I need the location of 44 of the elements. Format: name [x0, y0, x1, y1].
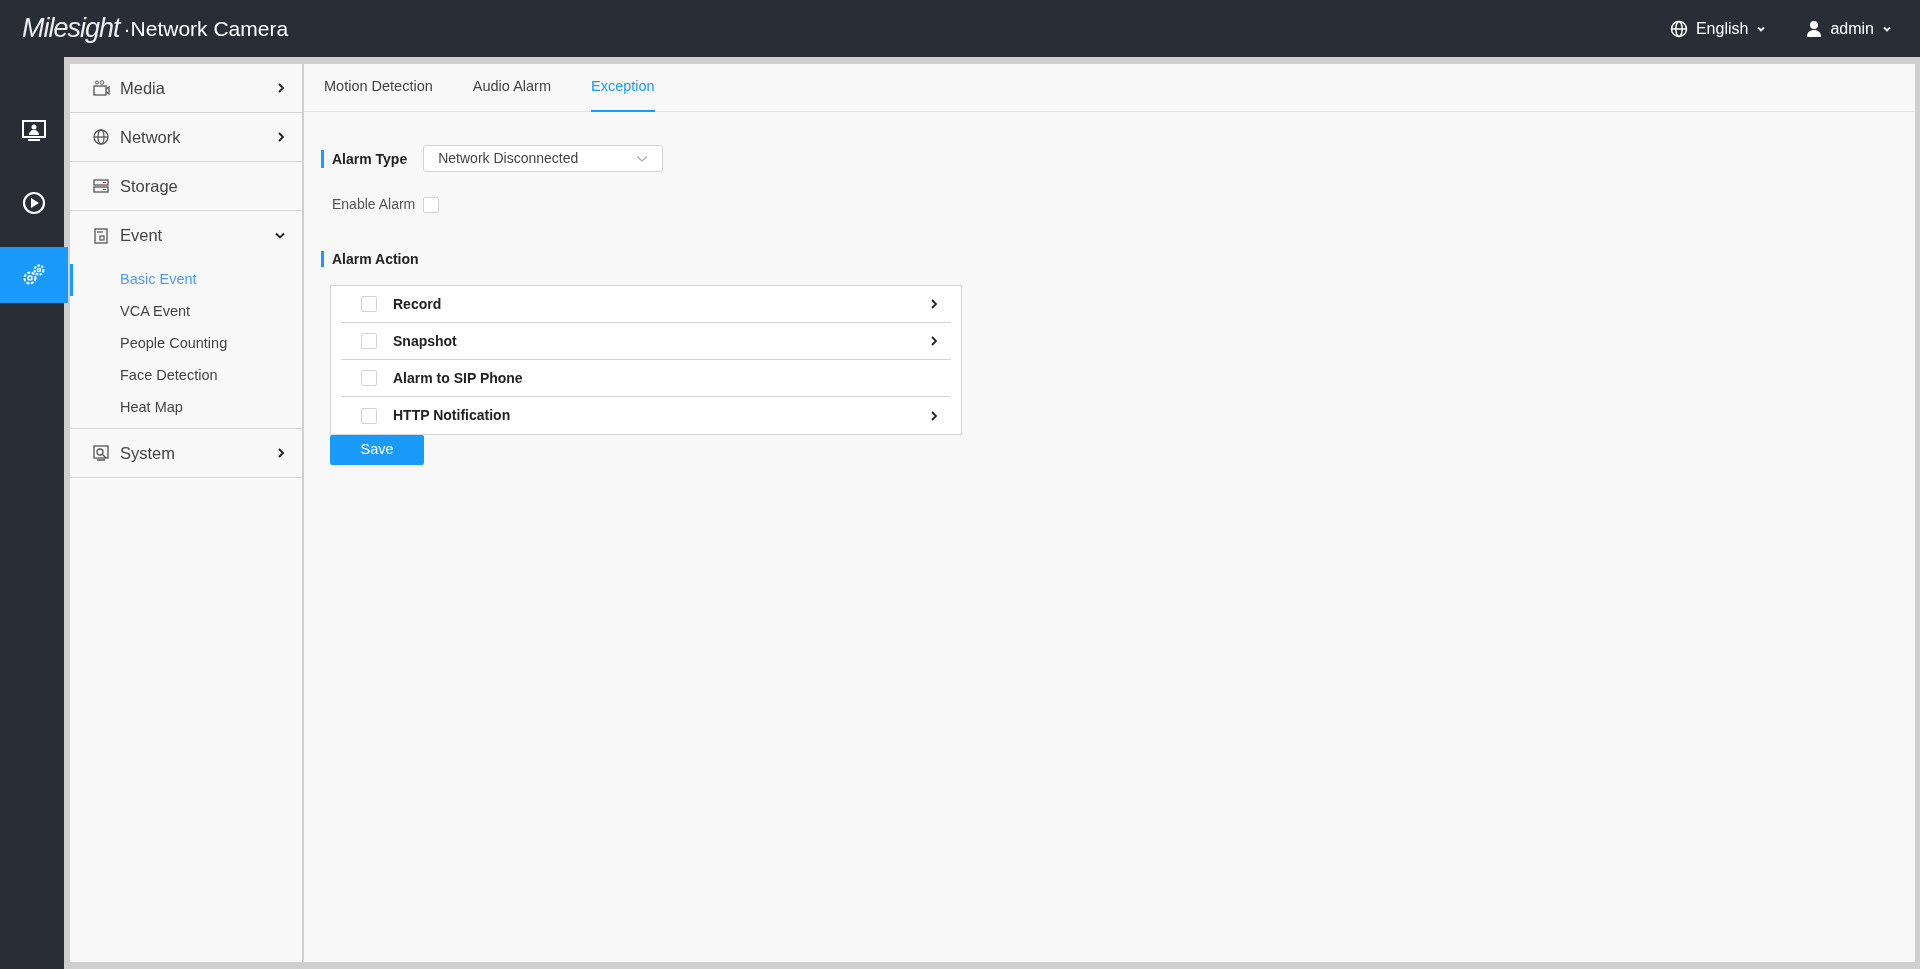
tab[interactable]: Audio Alarm [472, 64, 551, 112]
alarm-type-select[interactable]: Network Disconnected [423, 145, 664, 172]
enable-alarm-checkbox[interactable] [423, 196, 440, 213]
event-icon [92, 226, 110, 245]
play-circle-icon [20, 189, 48, 217]
menu-item[interactable]: Media [70, 64, 302, 113]
menu-item[interactable]: System [70, 429, 302, 478]
chevron-right-icon [929, 298, 939, 310]
action-label: HTTP Notification [393, 406, 512, 425]
action-label: Record [393, 294, 443, 314]
chevron-right-icon [929, 335, 939, 347]
chevron-right-icon [929, 409, 939, 422]
globe-icon [1669, 19, 1688, 38]
globe-icon [92, 128, 110, 146]
checkbox[interactable] [361, 407, 377, 424]
system-icon [92, 444, 110, 462]
camera-icon [92, 79, 110, 97]
user-icon [1806, 19, 1823, 38]
menu-item[interactable]: Network [70, 113, 302, 162]
checkbox[interactable] [361, 370, 377, 386]
section-title: Alarm Type [321, 149, 408, 168]
caret-icon [636, 154, 649, 163]
chevron-right-icon [276, 82, 286, 94]
section-title: Alarm Action [321, 251, 419, 267]
action-label: Snapshot [393, 331, 458, 351]
checkbox[interactable] [361, 296, 377, 312]
menu-item[interactable]: Event [70, 211, 302, 260]
server-icon [92, 177, 110, 195]
menu-item[interactable]: Storage [70, 162, 302, 211]
submenu-item[interactable]: Face Detection [70, 360, 302, 392]
submenu-item[interactable]: Heat Map [70, 392, 302, 424]
language-dropdown[interactable]: English [1669, 16, 1767, 41]
action-label: Alarm to SIP Phone [393, 368, 524, 388]
caret-icon [274, 231, 286, 240]
submenu-item[interactable]: VCA Event [70, 296, 302, 328]
submenu-item[interactable]: People Counting [70, 328, 302, 360]
tab[interactable]: Motion Detection [324, 64, 433, 112]
chevron-right-icon [276, 447, 286, 459]
product-title: ·Network Camera [123, 15, 289, 42]
user-dropdown[interactable]: admin [1806, 16, 1892, 41]
chevron-right-icon [276, 131, 286, 143]
enable-alarm-label: Enable Alarm [332, 195, 416, 214]
checkbox[interactable] [361, 333, 377, 349]
brand-logo: Milesight [22, 12, 120, 46]
